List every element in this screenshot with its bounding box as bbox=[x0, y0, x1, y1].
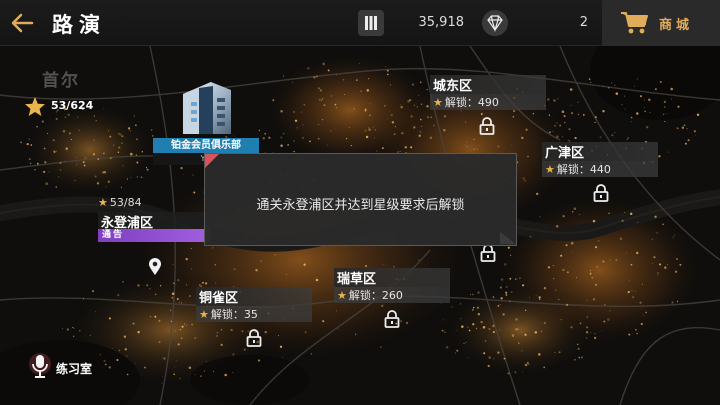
star-icon: ★ bbox=[545, 163, 555, 176]
district-name: 城东区 bbox=[430, 75, 546, 94]
practice-room-button[interactable]: 练习室 bbox=[28, 352, 118, 382]
city-star-count: 53/624 bbox=[51, 99, 94, 112]
unlock-hint-dialog: 通关永登浦区并达到星级要求后解锁 bbox=[204, 153, 517, 246]
district-name: 永登浦区 bbox=[98, 212, 210, 231]
star-icon: ★ bbox=[337, 289, 347, 302]
shop-label: 商城 bbox=[659, 18, 694, 33]
gem-count: 2 bbox=[579, 15, 588, 30]
top-bar: 路演 35,918 2 商城 bbox=[0, 0, 720, 46]
district-unlock-cost: ★ 解锁：35 bbox=[196, 306, 312, 322]
location-pin-icon bbox=[149, 258, 161, 275]
star-icon bbox=[25, 96, 45, 116]
microphone-icon bbox=[29, 353, 51, 378]
card-stack-icon bbox=[365, 16, 377, 30]
district-gwangjin[interactable]: 广津区 ★ 解锁：440 bbox=[542, 142, 658, 177]
lock-icon bbox=[384, 310, 400, 328]
unlock-cost-text: 解锁：440 bbox=[556, 163, 611, 176]
district-unlock-cost: ★ 解锁：440 bbox=[542, 161, 658, 177]
star-icon: ★ bbox=[98, 196, 108, 209]
district-seocho[interactable]: 瑞草区 ★ 解锁：260 bbox=[334, 268, 450, 303]
gem-button[interactable] bbox=[482, 10, 508, 36]
city-name: 首尔 bbox=[42, 71, 80, 91]
district-star-progress: ★ 53/84 bbox=[98, 196, 210, 212]
unlock-cost-text: 解锁：490 bbox=[444, 96, 499, 109]
district-star-count: 53/84 bbox=[109, 196, 142, 209]
club-building-icon bbox=[183, 82, 231, 134]
unlock-cost-text: 解锁：260 bbox=[348, 289, 403, 302]
cards-button[interactable] bbox=[358, 10, 384, 36]
diamond-icon bbox=[487, 15, 503, 33]
lock-icon bbox=[246, 329, 262, 347]
lock-icon bbox=[593, 184, 609, 202]
shop-button[interactable]: 商城 bbox=[602, 0, 720, 46]
shopping-cart-icon bbox=[621, 12, 648, 34]
star-icon: ★ bbox=[199, 308, 209, 321]
district-unlock-cost: ★ 解锁：490 bbox=[430, 94, 546, 110]
dialog-tail bbox=[500, 232, 516, 244]
club-title: 铂金会员俱乐部 bbox=[153, 138, 259, 153]
unlock-cost-text: 解锁：35 bbox=[210, 308, 258, 321]
district-name: 铜雀区 bbox=[196, 287, 312, 306]
back-button[interactable] bbox=[6, 6, 40, 40]
unlock-hint-message: 通关永登浦区并达到星级要求后解锁 bbox=[256, 198, 465, 213]
dialog-corner-marker bbox=[205, 154, 219, 168]
practice-room-label: 练习室 bbox=[56, 362, 93, 376]
district-unlock-cost: ★ 解锁：260 bbox=[334, 287, 450, 303]
notice-badge: 通告 bbox=[98, 229, 210, 242]
lock-icon bbox=[479, 117, 495, 135]
district-yeongdeungpo[interactable]: ★ 53/84 永登浦区 通告 bbox=[98, 196, 210, 242]
coin-count: 35,918 bbox=[418, 15, 465, 30]
district-name: 瑞草区 bbox=[334, 268, 450, 287]
star-icon: ★ bbox=[433, 96, 443, 109]
district-name: 广津区 bbox=[542, 142, 658, 161]
district-seongdong[interactable]: 城东区 ★ 解锁：490 bbox=[430, 75, 546, 110]
district-dongjak[interactable]: 铜雀区 ★ 解锁：35 bbox=[196, 287, 312, 322]
back-arrow-icon bbox=[11, 13, 34, 33]
page-title: 路演 bbox=[52, 13, 106, 37]
lock-icon bbox=[480, 244, 496, 262]
